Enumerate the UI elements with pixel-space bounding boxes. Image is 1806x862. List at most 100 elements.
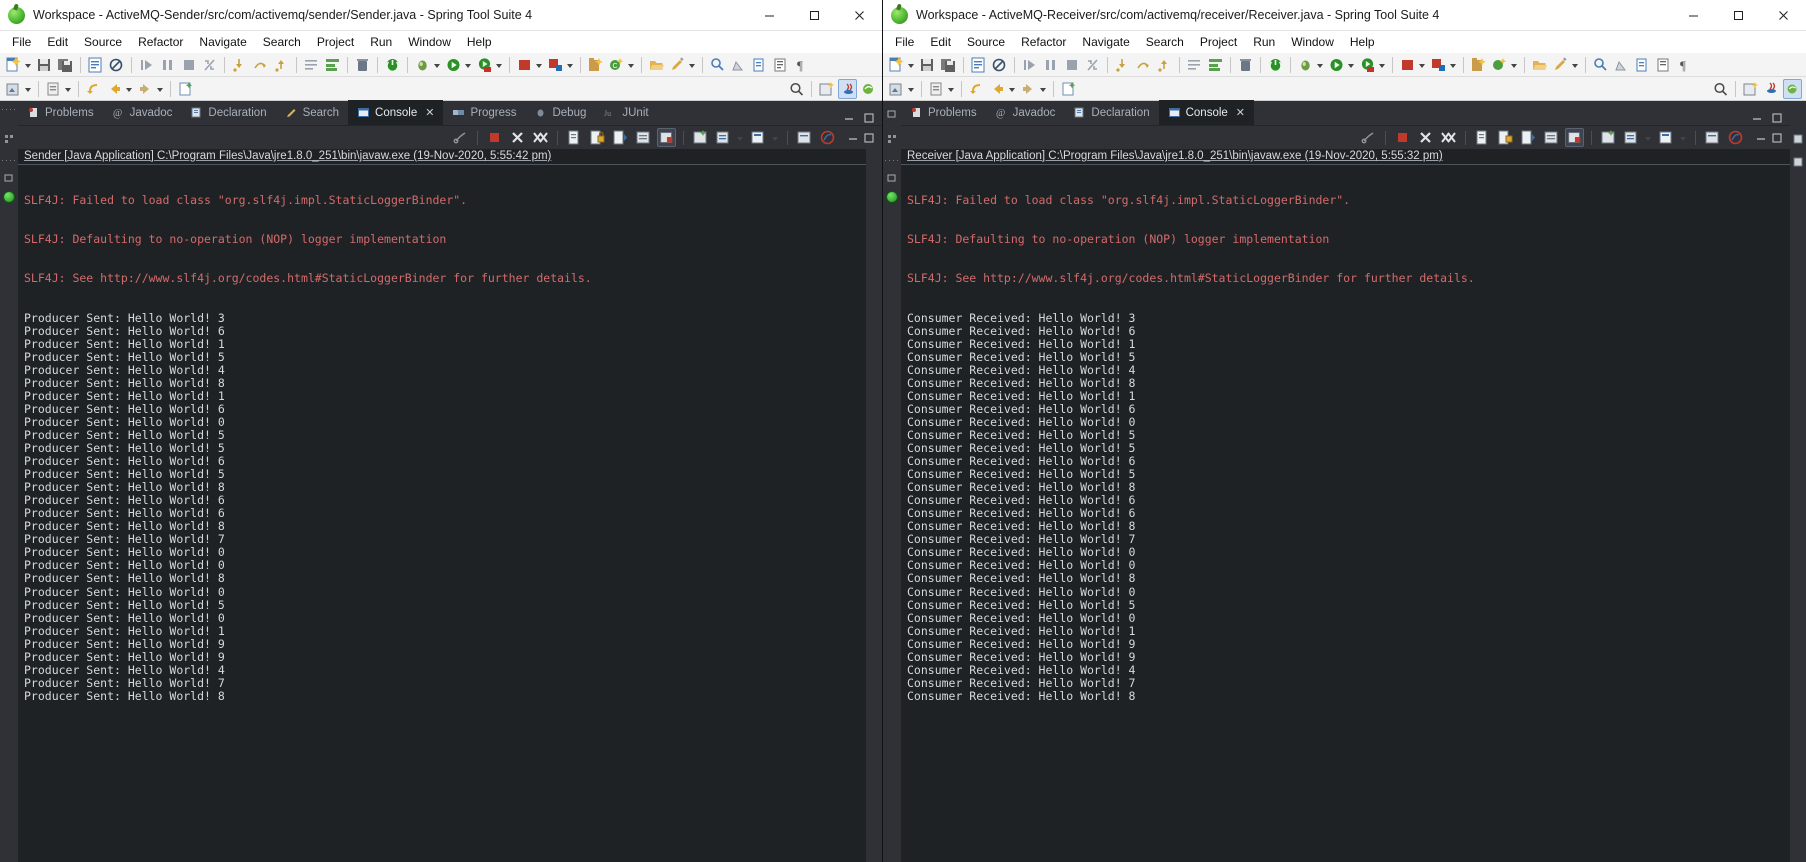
open-console-icon[interactable] (691, 128, 710, 147)
tab-problems[interactable]: Problems (18, 100, 103, 125)
open-type-icon[interactable] (86, 55, 105, 75)
tab-declaration[interactable]: Declaration (181, 100, 275, 125)
menu-project[interactable]: Project (1192, 33, 1245, 51)
tab-search[interactable]: Search (276, 100, 348, 125)
menu-run[interactable]: Run (362, 33, 400, 51)
maximize-view-icon[interactable] (862, 111, 876, 125)
stop-dropdown-icon[interactable] (535, 55, 543, 75)
skip-breakpoints-icon[interactable] (107, 55, 126, 75)
save-icon[interactable] (918, 55, 937, 75)
console-list-dropdown-icon[interactable] (736, 128, 744, 148)
step-into-icon[interactable] (1113, 55, 1132, 75)
tab-problems[interactable]: Problems (901, 100, 986, 125)
open-perspective-list-icon[interactable] (1185, 55, 1204, 75)
new-console-view-icon[interactable] (749, 128, 768, 147)
task-dropdown-icon[interactable] (947, 79, 955, 99)
tab-console[interactable]: Console ✕ (1158, 100, 1255, 125)
stop-red-icon[interactable] (1398, 55, 1417, 75)
coverage-dropdown-icon[interactable] (1378, 55, 1386, 75)
run-dropdown-icon[interactable] (1347, 55, 1355, 75)
close-button[interactable] (1761, 0, 1806, 31)
open-console-icon[interactable] (1599, 128, 1618, 147)
close-icon[interactable]: ✕ (425, 106, 434, 119)
quick-access-search-icon[interactable] (1711, 79, 1730, 99)
back-dropdown-icon[interactable] (1008, 79, 1016, 99)
open-folder-icon[interactable] (647, 55, 666, 75)
tab-javadoc[interactable]: @ Javadoc (103, 100, 182, 125)
display-selected-console-icon[interactable] (1565, 128, 1584, 147)
new-console-view-icon[interactable] (1657, 128, 1676, 147)
suspend-icon[interactable] (1041, 55, 1060, 75)
save-all-icon[interactable] (939, 55, 958, 75)
new-java-project-icon[interactable] (586, 55, 605, 75)
pin-console-2-icon[interactable] (634, 128, 653, 147)
menu-window[interactable]: Window (1283, 33, 1342, 51)
view-menu-icon[interactable] (795, 128, 814, 147)
new-console-dropdown-icon[interactable] (1679, 128, 1687, 148)
stop-dropdown-icon[interactable] (1418, 55, 1426, 75)
console-list-icon[interactable] (714, 128, 733, 147)
menu-file[interactable]: File (887, 33, 922, 51)
menu-run[interactable]: Run (1245, 33, 1283, 51)
new-file-icon[interactable] (1059, 79, 1078, 99)
debug-icon[interactable] (413, 55, 432, 75)
open-task-icon[interactable] (927, 79, 946, 99)
menu-edit[interactable]: Edit (39, 33, 76, 51)
last-edit-location-icon[interactable] (1612, 55, 1631, 75)
previous-annotation-icon[interactable] (771, 55, 790, 75)
minimize-console-icon[interactable] (1754, 131, 1768, 145)
forward-dropdown-icon[interactable] (1039, 79, 1047, 99)
open-folder-icon[interactable] (1530, 55, 1549, 75)
new-class-icon[interactable]: C (607, 55, 626, 75)
last-edit-location-icon[interactable] (729, 55, 748, 75)
rail-grid-icon[interactable] (886, 132, 898, 144)
alert-icon[interactable] (818, 128, 837, 147)
save-icon[interactable] (35, 55, 54, 75)
pin-console-icon[interactable] (451, 128, 470, 147)
menu-refactor[interactable]: Refactor (130, 33, 191, 51)
menu-navigate[interactable]: Navigate (1074, 33, 1137, 51)
run-coverage-icon[interactable] (1358, 55, 1377, 75)
java-perspective-icon[interactable] (838, 78, 857, 99)
step-over-icon[interactable] (251, 55, 270, 75)
tab-console[interactable]: Console ✕ (348, 100, 444, 125)
trash-icon[interactable] (1236, 55, 1255, 75)
scroll-lock-icon[interactable] (588, 128, 607, 147)
pin-console-icon[interactable] (1359, 128, 1378, 147)
save-all-icon[interactable] (56, 55, 75, 75)
menu-source[interactable]: Source (959, 33, 1013, 51)
forward-dropdown-icon[interactable] (156, 79, 164, 99)
tab-progress[interactable]: Progress (443, 100, 525, 125)
pin-console-2-icon[interactable] (1542, 128, 1561, 147)
java-perspective-icon[interactable] (1762, 79, 1781, 99)
paragraph-mark-icon[interactable]: ¶ (1675, 55, 1694, 75)
remove-launch-icon[interactable] (1416, 128, 1435, 147)
starter-dropdown-icon[interactable] (24, 79, 32, 99)
back-arrow-icon[interactable] (105, 79, 124, 99)
new-class-icon[interactable] (1490, 55, 1509, 75)
console-list-dropdown-icon[interactable] (1644, 128, 1652, 148)
minimize-button[interactable] (1671, 0, 1716, 31)
minimize-button[interactable] (747, 0, 792, 31)
back-history-yellow-icon[interactable] (84, 79, 103, 99)
disconnect-icon[interactable] (200, 55, 219, 75)
coverage-dropdown-icon[interactable] (495, 55, 503, 75)
minimize-view-icon[interactable] (1750, 111, 1764, 125)
debug-dropdown-icon[interactable] (1316, 55, 1324, 75)
new-class-dropdown-icon[interactable] (627, 55, 635, 75)
spring-perspective-icon[interactable] (859, 79, 878, 99)
close-button[interactable] (837, 0, 882, 31)
maximize-button[interactable] (792, 0, 837, 31)
rail-grid-icon[interactable] (3, 132, 15, 144)
resume-icon[interactable] (1020, 55, 1039, 75)
terminate-all-green-icon[interactable] (383, 55, 402, 75)
new-class-dropdown-icon[interactable] (1510, 55, 1518, 75)
maximize-view-icon[interactable] (1770, 111, 1784, 125)
tab-junit[interactable]: Ju JUnit (595, 100, 657, 125)
menu-refactor[interactable]: Refactor (1013, 33, 1074, 51)
remove-launch-icon[interactable] (508, 128, 527, 147)
console-output-receiver[interactable]: Receiver [Java Application] C:\Program F… (901, 149, 1790, 862)
open-type-icon[interactable] (969, 55, 988, 75)
tab-javadoc[interactable]: @ Javadoc (986, 100, 1065, 125)
minimize-view-icon[interactable] (842, 111, 856, 125)
